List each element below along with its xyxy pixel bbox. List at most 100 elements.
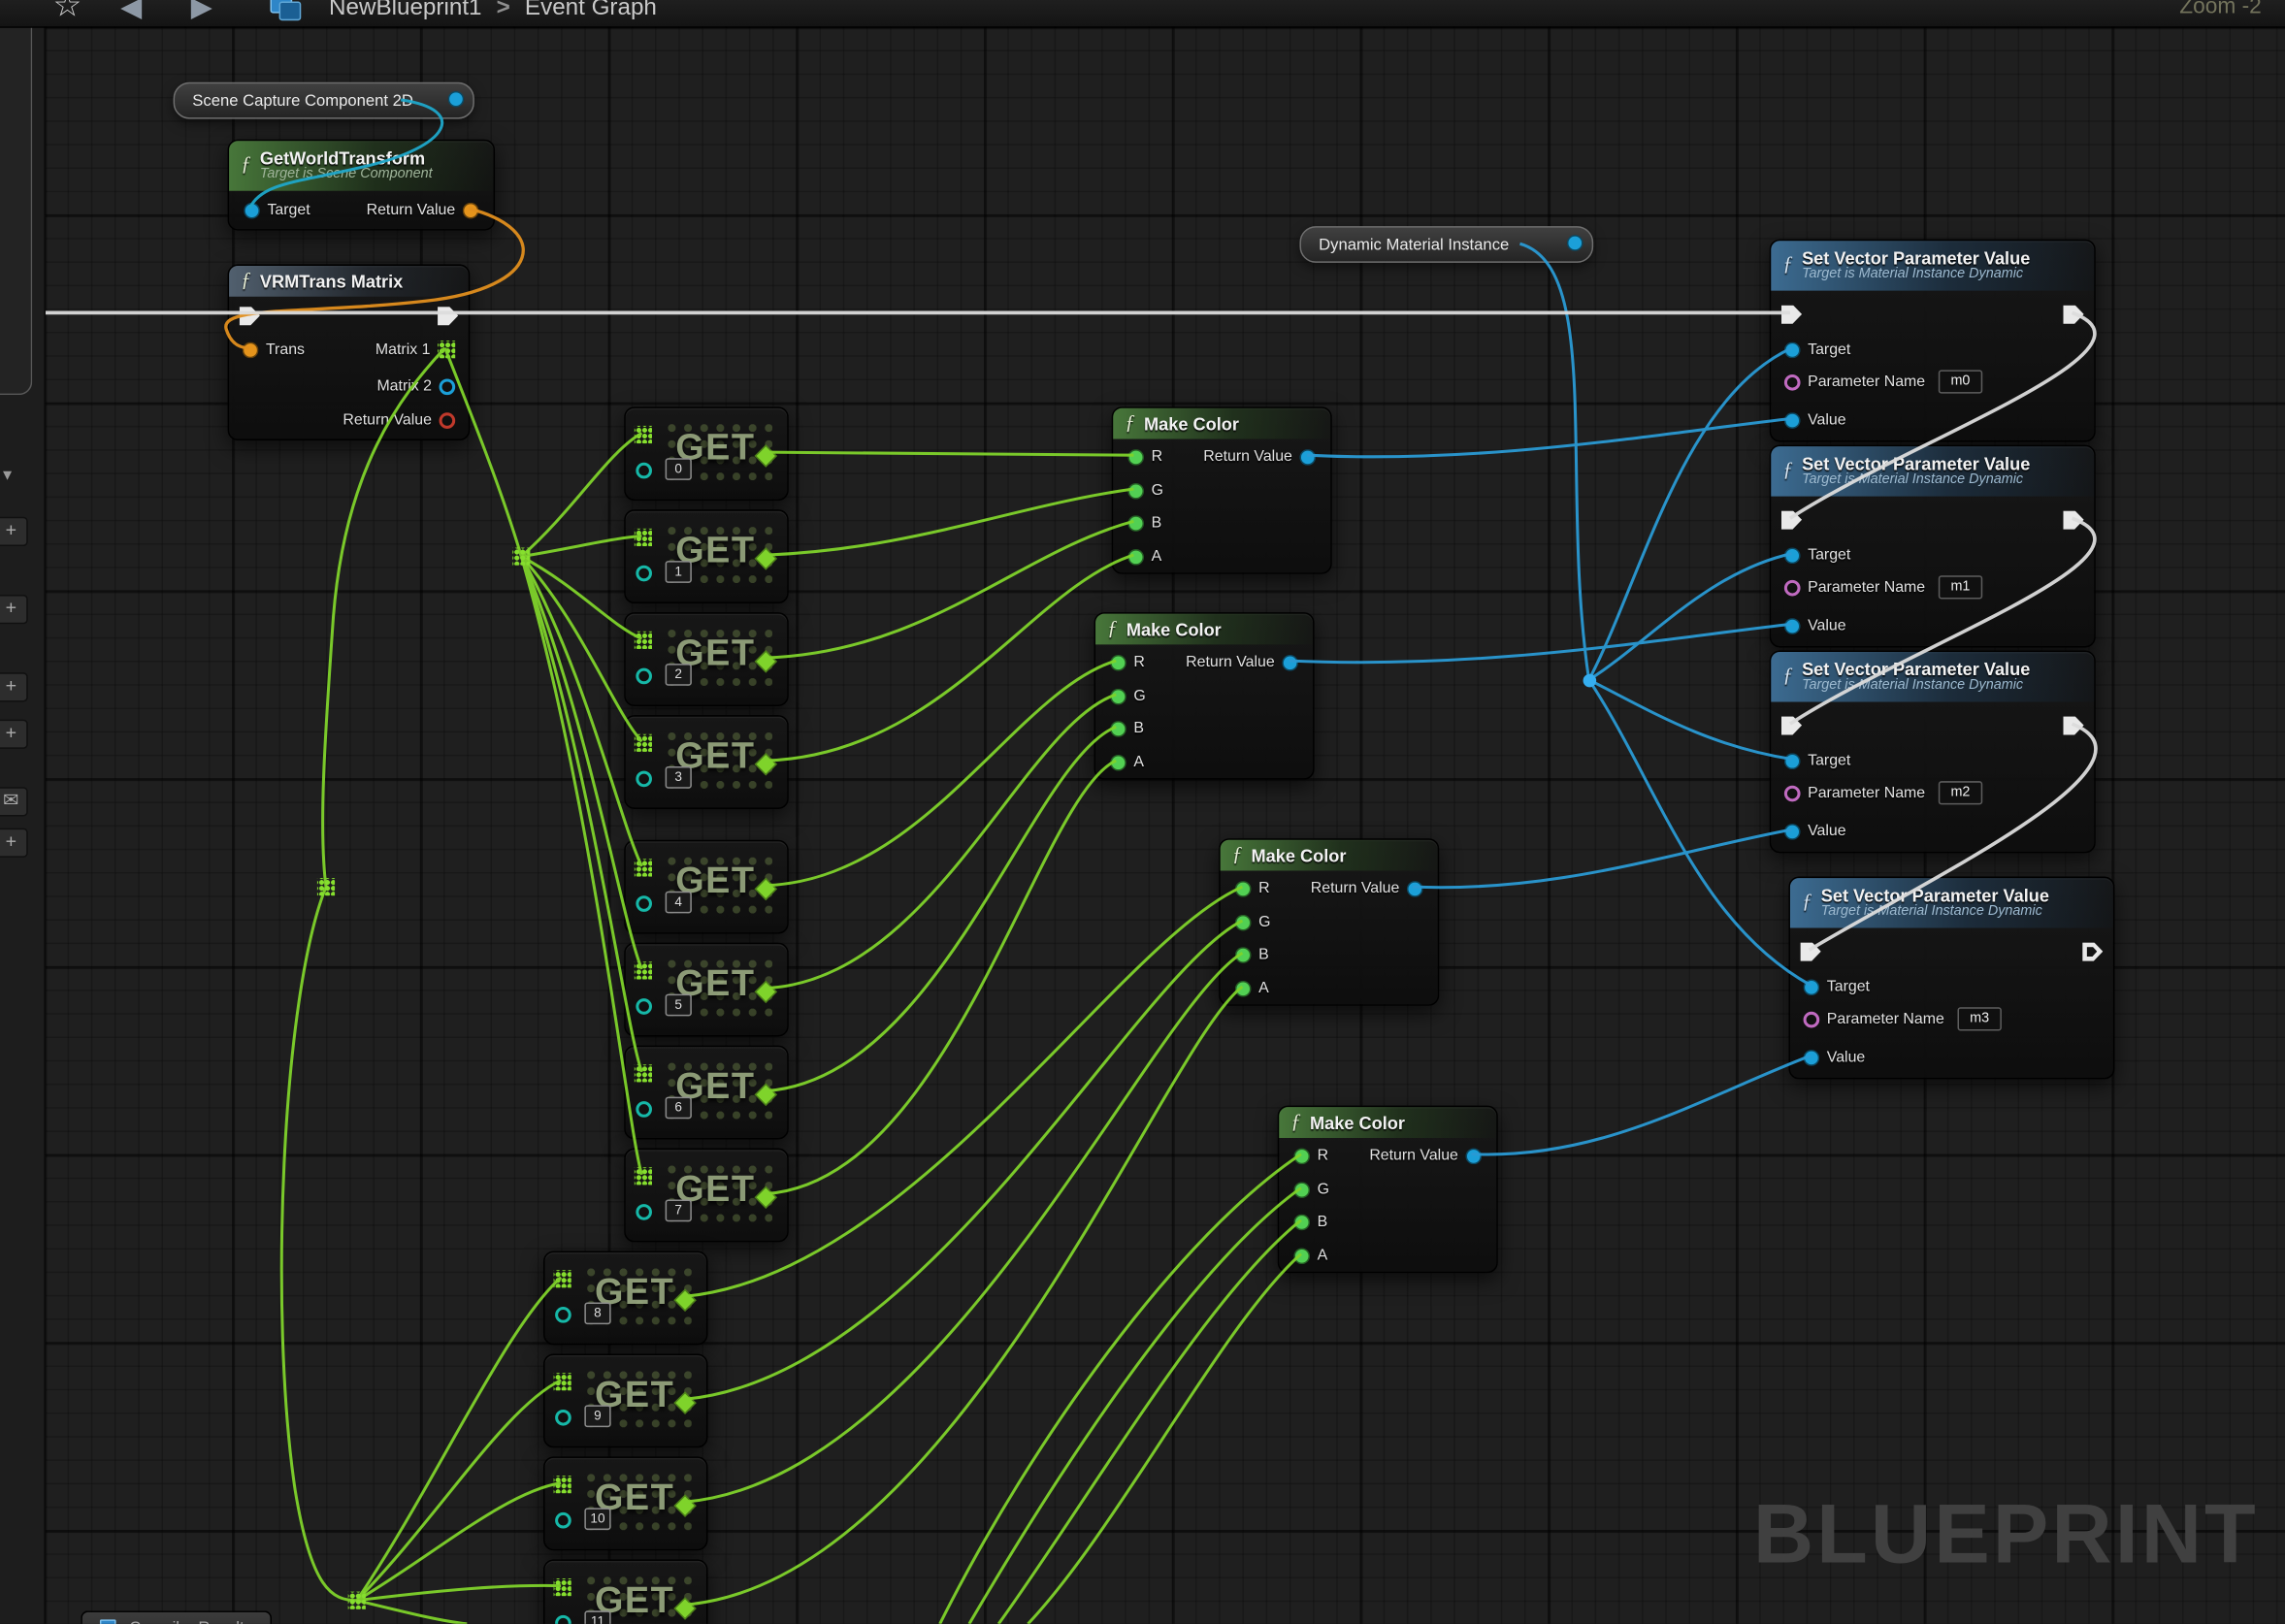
array-input-pin[interactable] [554, 1578, 571, 1596]
return-value-output-pin[interactable] [1465, 1148, 1482, 1164]
index-input-pin[interactable] [636, 1204, 652, 1220]
value-input-pin[interactable] [1784, 617, 1801, 633]
exec-output-pin[interactable] [2063, 510, 2083, 530]
return-value-output-pin[interactable] [463, 202, 479, 218]
back-arrow-icon[interactable]: ◀ [120, 0, 142, 25]
make-color-node[interactable]: ƒ Make Color R Return Value G B A [1112, 406, 1332, 574]
object-output-pin[interactable] [1567, 235, 1583, 251]
value-input-pin[interactable] [1784, 412, 1801, 429]
return-value-output-pin[interactable] [1282, 654, 1298, 670]
g-input-pin[interactable] [1235, 914, 1252, 930]
exec-output-pin[interactable] [2063, 716, 2083, 735]
set-vector-parameter-node[interactable]: ƒSet Vector Parameter ValueTarget is Mat… [1788, 877, 2114, 1080]
r-input-pin[interactable] [1235, 880, 1252, 896]
compiler-results-tab[interactable]: Compiler Results [81, 1610, 271, 1624]
set-vector-parameter-node[interactable]: ƒSet Vector Parameter ValueTarget is Mat… [1770, 650, 2096, 853]
g-input-pin[interactable] [1127, 482, 1144, 499]
array-input-pin[interactable] [635, 1167, 652, 1185]
make-color-node[interactable]: ƒMake Color RReturn Value G B A [1094, 612, 1315, 780]
array-reroute-node[interactable] [512, 548, 530, 566]
b-input-pin[interactable] [1235, 946, 1252, 962]
return-value-output-pin[interactable] [1299, 448, 1316, 465]
matrix1-array-output-pin[interactable] [438, 341, 455, 358]
exec-input-pin[interactable] [1801, 942, 1821, 961]
b-input-pin[interactable] [1127, 514, 1144, 531]
index-input-pin[interactable] [636, 771, 652, 788]
exec-input-pin[interactable] [1781, 305, 1802, 324]
array-input-pin[interactable] [554, 1270, 571, 1287]
array-get-node[interactable]: GET 6 [624, 1046, 789, 1140]
array-reroute-node[interactable] [317, 878, 335, 895]
target-input-pin[interactable] [1784, 341, 1801, 358]
value-input-pin[interactable] [1804, 1049, 1820, 1065]
add-button[interactable]: + [0, 517, 28, 546]
array-input-pin[interactable] [635, 1064, 652, 1082]
target-input-pin[interactable] [1784, 547, 1801, 564]
set-vector-parameter-node[interactable]: ƒSet Vector Parameter ValueTarget is Mat… [1770, 445, 2096, 648]
vrm-trans-matrix-node[interactable]: ƒ VRMTrans Matrix Trans Matrix 1 Matrix … [228, 264, 471, 440]
array-get-node[interactable]: GET 9 [543, 1353, 708, 1447]
parameter-name-input-pin[interactable] [1784, 374, 1801, 390]
set-vector-parameter-node[interactable]: ƒ Set Vector Parameter ValueTarget is Ma… [1770, 240, 2096, 442]
target-input-pin[interactable] [244, 202, 260, 218]
a-input-pin[interactable] [1110, 754, 1126, 770]
breadcrumb-graph[interactable]: Event Graph [525, 0, 657, 20]
b-input-pin[interactable] [1110, 720, 1126, 736]
array-get-node[interactable]: GET 8 [543, 1251, 708, 1346]
a-input-pin[interactable] [1235, 980, 1252, 996]
mail-icon[interactable]: ✉ [0, 787, 28, 816]
add-button[interactable]: + [0, 672, 28, 701]
scene-capture-variable-node[interactable]: Scene Capture Component 2D [174, 82, 474, 119]
parameter-name-field[interactable]: m3 [1957, 1007, 2001, 1030]
index-input-pin[interactable] [636, 998, 652, 1015]
array-get-node[interactable]: GET 1 [624, 509, 789, 603]
array-get-node[interactable]: GET 10 [543, 1456, 708, 1550]
parameter-name-field[interactable]: m2 [1939, 781, 1982, 804]
a-input-pin[interactable] [1293, 1248, 1310, 1264]
chevron-down-icon[interactable]: ▾ [3, 464, 12, 484]
r-input-pin[interactable] [1127, 448, 1144, 465]
parameter-name-input-pin[interactable] [1804, 1011, 1820, 1027]
make-color-node[interactable]: ƒMake Color RReturn Value G B A [1278, 1106, 1498, 1274]
return-value-output-pin[interactable] [1407, 880, 1423, 896]
make-color-node[interactable]: ƒMake Color RReturn Value G B A [1219, 838, 1439, 1006]
trans-input-pin[interactable] [243, 341, 259, 358]
array-get-node[interactable]: GET 2 [624, 612, 789, 706]
exec-input-pin[interactable] [240, 307, 260, 326]
array-input-pin[interactable] [635, 632, 652, 649]
exec-output-pin[interactable] [2082, 942, 2103, 961]
index-input-pin[interactable] [636, 463, 652, 479]
dynamic-material-variable-node[interactable]: Dynamic Material Instance [1299, 226, 1593, 263]
g-input-pin[interactable] [1293, 1182, 1310, 1198]
array-reroute-node[interactable] [348, 1592, 366, 1609]
index-input-pin[interactable] [555, 1410, 571, 1426]
breadcrumb-title[interactable]: NewBlueprint1 [329, 0, 481, 20]
g-input-pin[interactable] [1110, 688, 1126, 704]
add-button[interactable]: + [0, 595, 28, 624]
index-input-pin[interactable] [555, 1615, 571, 1624]
value-input-pin[interactable] [1784, 823, 1801, 839]
parameter-name-field[interactable]: m1 [1939, 575, 1982, 599]
add-button[interactable]: + [0, 828, 28, 858]
index-input-pin[interactable] [555, 1512, 571, 1529]
r-input-pin[interactable] [1110, 654, 1126, 670]
object-reroute-node[interactable] [1583, 674, 1597, 688]
array-get-node[interactable]: GET 7 [624, 1149, 789, 1243]
index-input-pin[interactable] [636, 895, 652, 912]
array-input-pin[interactable] [554, 1476, 571, 1493]
array-get-node[interactable]: GET 11 [543, 1559, 708, 1624]
array-input-pin[interactable] [554, 1373, 571, 1390]
exec-input-pin[interactable] [1781, 716, 1802, 735]
index-input-pin[interactable] [636, 668, 652, 685]
index-input-pin[interactable] [636, 1101, 652, 1118]
target-input-pin[interactable] [1804, 979, 1820, 995]
exec-output-pin[interactable] [438, 307, 458, 326]
return-value-output-pin[interactable] [440, 412, 456, 429]
array-input-pin[interactable] [635, 529, 652, 546]
exec-input-pin[interactable] [1781, 510, 1802, 530]
b-input-pin[interactable] [1293, 1214, 1310, 1230]
array-input-pin[interactable] [635, 734, 652, 752]
array-get-node[interactable]: GET 4 [624, 840, 789, 934]
parameter-name-input-pin[interactable] [1784, 579, 1801, 596]
parameter-name-field[interactable]: m0 [1939, 370, 1982, 393]
